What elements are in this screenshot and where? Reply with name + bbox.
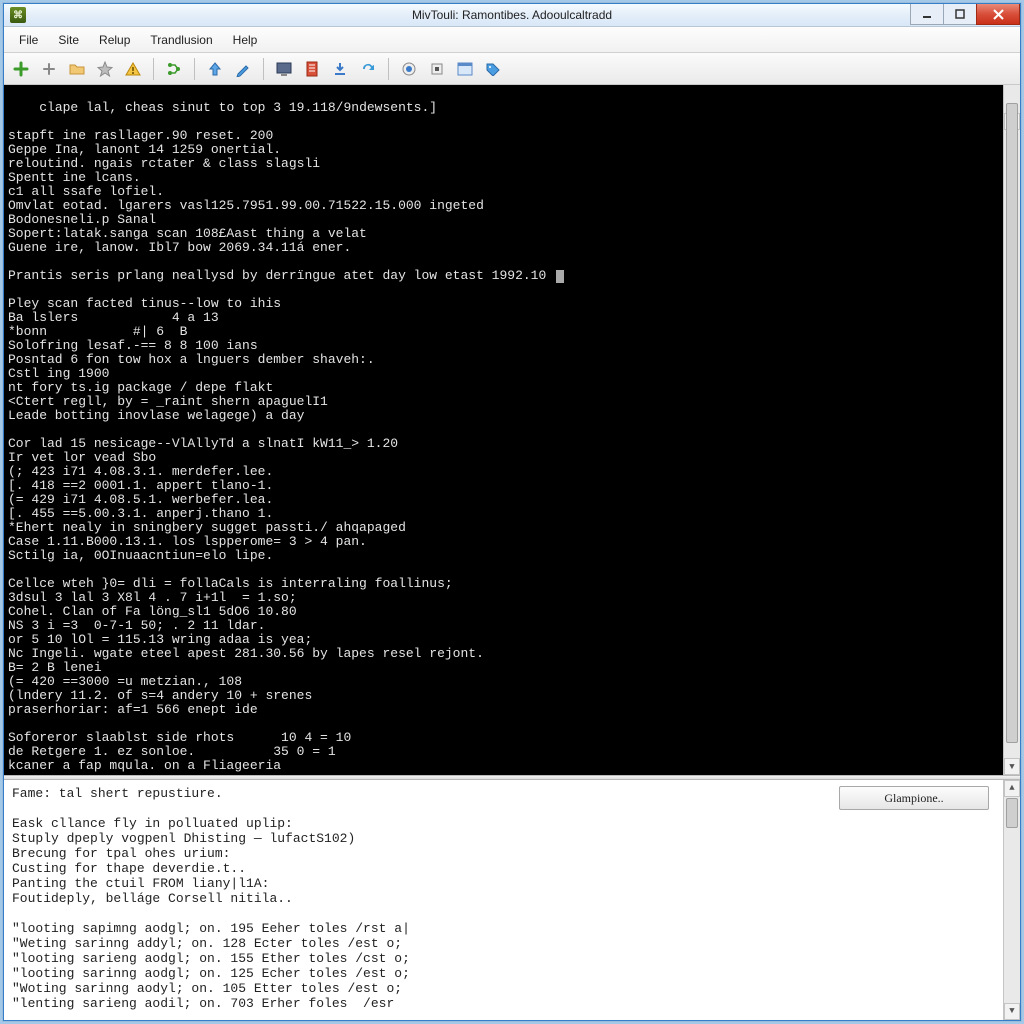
folder-icon[interactable] — [66, 58, 88, 80]
plus-green-icon[interactable] — [10, 58, 32, 80]
download-icon[interactable] — [329, 58, 351, 80]
app-icon: ⌘ — [10, 7, 26, 23]
scroll-down-icon[interactable]: ▼ — [1004, 1003, 1020, 1020]
log-scrollbar[interactable]: ▲ ▼ — [1003, 780, 1020, 1020]
toolbar — [4, 53, 1020, 85]
log-side: Glampione.. — [833, 780, 1003, 1020]
arrow-up-icon[interactable] — [204, 58, 226, 80]
scroll-down-icon[interactable]: ▼ — [1004, 758, 1020, 775]
warning-icon[interactable] — [122, 58, 144, 80]
scroll-up-icon[interactable]: ▲ — [1004, 780, 1020, 797]
window-icon[interactable] — [454, 58, 476, 80]
menu-site[interactable]: Site — [49, 30, 88, 50]
terminal-scrollbar[interactable]: ▲ ▼ — [1003, 85, 1020, 775]
log-output[interactable]: Fame: tal shert repustiure. Eask cllance… — [4, 780, 833, 1020]
toolbar-separator — [388, 58, 389, 80]
toolbar-separator — [263, 58, 264, 80]
refresh-icon[interactable] — [357, 58, 379, 80]
terminal-pane[interactable]: clape lal, cheas sinut to top 3 19.118/9… — [4, 85, 1020, 775]
branch-icon[interactable] — [163, 58, 185, 80]
app-window: ⌘ MivTouli: Ramontibes. Adooulcaltradd F… — [3, 3, 1021, 1021]
monitor-icon[interactable] — [273, 58, 295, 80]
terminal-cursor — [556, 270, 564, 283]
window-buttons — [911, 4, 1020, 26]
toolbar-separator — [153, 58, 154, 80]
page-red-icon[interactable] — [301, 58, 323, 80]
maximize-button[interactable] — [943, 4, 977, 25]
terminal-prompt-line: Prantis seris prlang neallysd by derrïng… — [8, 268, 554, 283]
record-icon[interactable] — [398, 58, 420, 80]
star-icon[interactable] — [94, 58, 116, 80]
terminal-output-post: Pley scan facted tinus--low to ihis Ba l… — [8, 296, 484, 773]
window-title: MivTouli: Ramontibes. Adooulcaltradd — [4, 8, 1020, 22]
menu-file[interactable]: File — [10, 30, 47, 50]
log-pane: Fame: tal shert repustiure. Eask cllance… — [4, 780, 1020, 1020]
minimize-button[interactable] — [910, 4, 944, 25]
menu-relup[interactable]: Relup — [90, 30, 139, 50]
terminal-output-pre: clape lal, cheas sinut to top 3 19.118/9… — [8, 100, 484, 255]
stop-icon[interactable] — [426, 58, 448, 80]
tag-icon[interactable] — [482, 58, 504, 80]
menu-trandlusion[interactable]: Trandlusion — [141, 30, 221, 50]
titlebar: ⌘ MivTouli: Ramontibes. Adooulcaltradd — [4, 4, 1020, 27]
scroll-thumb[interactable] — [1006, 798, 1018, 828]
plus-gray-icon[interactable] — [38, 58, 60, 80]
glampione-button[interactable]: Glampione.. — [839, 786, 989, 810]
scroll-thumb[interactable] — [1006, 103, 1018, 743]
pencil-icon[interactable] — [232, 58, 254, 80]
toolbar-separator — [194, 58, 195, 80]
menu-help[interactable]: Help — [224, 30, 267, 50]
close-button[interactable] — [976, 4, 1020, 25]
menubar: File Site Relup Trandlusion Help — [4, 27, 1020, 53]
